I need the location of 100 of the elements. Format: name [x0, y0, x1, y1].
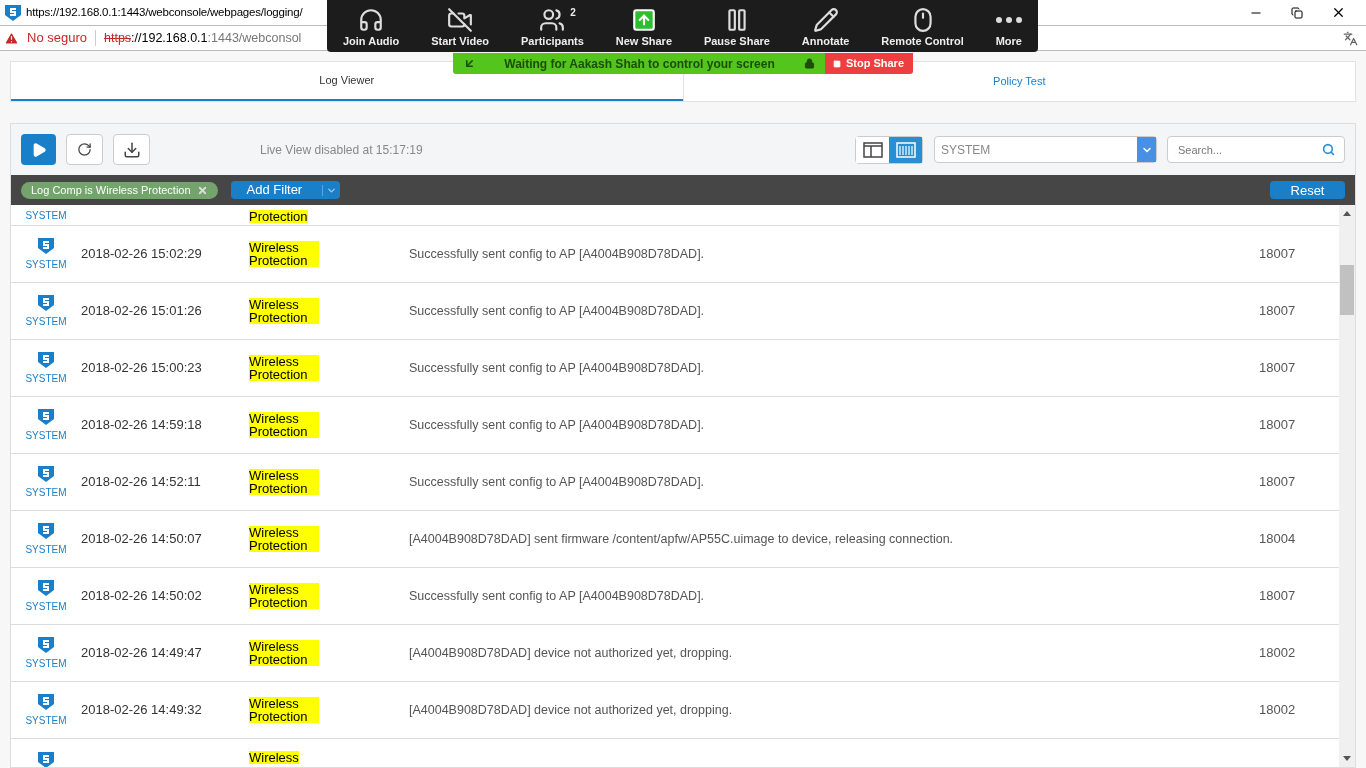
scrollbar[interactable]: [1339, 205, 1355, 767]
stop-icon: [832, 59, 841, 68]
log-row[interactable]: SYSTEM 2018-02-26 14:59:18 Wireless Protection Successfully sent config to AP [A4004B908D78DAD]. 18007: [11, 397, 1339, 454]
translate-icon[interactable]: [1343, 30, 1358, 46]
columns-icon: [895, 141, 916, 158]
log-message: [A4004B908D78DAD] device not authorized yet, dropping.: [409, 644, 734, 662]
share-icon: [630, 6, 657, 33]
shield-icon: [37, 692, 55, 711]
download-button[interactable]: [113, 134, 150, 165]
video-off-icon: [447, 6, 474, 33]
meeting-button[interactable]: Join Audio: [342, 6, 400, 49]
scroll-thumb[interactable]: [1340, 265, 1354, 315]
log-row[interactable]: SYSTEM 2018-02-26 14:49:47 Wireless Protection [A4004B908D78DAD] device not authorized yet, dropping. 18002: [11, 625, 1339, 682]
more-icon: [995, 16, 1022, 23]
timestamp: 2018-02-26 14:49:47: [81, 644, 203, 663]
component-label: Protection: [249, 210, 308, 223]
component-label: Wireless Protection: [249, 640, 319, 666]
log-message: Successfully sent config to AP [A4004B908D78DAD].: [409, 302, 706, 320]
shield-icon: [37, 350, 55, 369]
reset-button[interactable]: Reset: [1270, 181, 1345, 199]
security-status[interactable]: No seguro: [27, 28, 87, 48]
stop-share-button[interactable]: Stop Share: [824, 53, 913, 74]
refresh-button[interactable]: [66, 134, 103, 165]
shield-icon: [37, 578, 55, 597]
meeting-button[interactable]: 2 Participants: [520, 6, 584, 49]
timestamp: 2018-02-26 14:50:07: [81, 530, 203, 549]
source-label: SYSTEM: [25, 371, 67, 386]
event-id: 18007: [1259, 416, 1297, 435]
shield-icon: [37, 407, 55, 426]
search-field[interactable]: Search...: [1167, 136, 1345, 163]
shield-icon: [37, 293, 55, 312]
event-id: 18002: [1259, 644, 1297, 663]
source-label: SYSTEM: [25, 314, 67, 329]
shield-icon: [37, 236, 55, 255]
control-request-banner: Waiting for Aakash Shah to control your screen: [452, 53, 825, 74]
event-id: 18002: [1259, 701, 1297, 720]
component-label: Wireless Protection: [249, 526, 319, 552]
play-button[interactable]: [21, 134, 56, 165]
meeting-button[interactable]: New Share: [615, 6, 672, 49]
log-row[interactable]: SYSTEM 2018-02-26 14:50:07 Wireless Protection [A4004B908D78DAD] sent firmware /content/apfw/AP55C.uimage to device, releasing connection. 18004: [11, 511, 1339, 568]
timestamp: 2018-02-26 14:59:18: [81, 416, 203, 435]
log-row[interactable]: SYSTEM 2018-02-26 14:49:32 Wireless Protection [A4004B908D78DAD] device not authorized yet, dropping. 18002: [11, 682, 1339, 739]
component-label: Wireless Protection: [249, 583, 319, 609]
site-logo-icon: [4, 3, 22, 22]
event-id: 18004: [1259, 530, 1297, 549]
source-label: SYSTEM: [25, 209, 67, 223]
restore-icon[interactable]: [1291, 6, 1303, 19]
timestamp: 2018-02-26 14:49:32: [81, 701, 203, 720]
meeting-button[interactable]: Annotate: [801, 6, 850, 49]
meeting-button[interactable]: Remote Control: [881, 6, 964, 49]
log-row[interactable]: SYSTEM 2018-02-26 14:50:02 Wireless Protection Successfully sent config to AP [A4004B908D78DAD]. 18007: [11, 568, 1339, 625]
component-label: Wireless Protection: [249, 697, 319, 723]
scroll-down-icon[interactable]: [1343, 756, 1351, 761]
address-field[interactable]: https://192.168.0.1:1443/webconsol: [104, 28, 302, 48]
timestamp: 2018-02-26 15:01:26: [81, 302, 203, 321]
component-label: Wireless Protection: [249, 241, 319, 267]
log-row[interactable]: SYSTEM 2018-02-26 15:02:29 Wireless Protection Successfully sent config to AP [A4004B908D78DAD]. 18007: [11, 226, 1339, 283]
log-message: Successfully sent config to AP [A4004B908D78DAD].: [409, 359, 706, 377]
source-label: SYSTEM: [25, 428, 67, 443]
event-id: 18007: [1259, 245, 1297, 264]
lock-icon: [803, 58, 815, 69]
event-id: 18007: [1259, 473, 1297, 492]
shield-icon: [37, 464, 55, 483]
download-icon: [122, 140, 141, 159]
log-message: [A4004B908D78DAD] sent firmware /content/apfw/AP55C.uimage to device, releasing connection.: [409, 530, 955, 548]
view-mode-button[interactable]: [856, 136, 889, 163]
close-icon[interactable]: [1331, 5, 1346, 20]
log-type-dropdown[interactable]: SYSTEM: [934, 136, 1157, 163]
source-label: SYSTEM: [25, 713, 67, 728]
source-label: SYSTEM: [25, 599, 67, 614]
people-icon: [539, 6, 566, 33]
log-message: Successfully sent config to AP [A4004B908D78DAD].: [409, 416, 706, 434]
live-view-status: Live View disabled at 15:17:19: [260, 141, 423, 159]
source-label: SYSTEM: [25, 542, 67, 557]
component-label: Wireless Protection: [249, 469, 319, 495]
panes-icon: [862, 141, 883, 158]
meeting-button[interactable]: Pause Share: [703, 6, 770, 49]
log-message: Successfully sent config to AP [A4004B908D78DAD].: [409, 245, 706, 263]
scroll-up-icon[interactable]: [1343, 211, 1351, 216]
source-label: SYSTEM: [25, 656, 67, 671]
meeting-button[interactable]: Start Video: [431, 6, 490, 49]
component-label: Wireless Protection: [249, 412, 319, 438]
pencil-icon: [812, 6, 839, 33]
event-id: 18007: [1259, 359, 1297, 378]
search-icon[interactable]: [1322, 143, 1335, 156]
meeting-button[interactable]: More: [995, 6, 1022, 49]
add-filter-button[interactable]: Add Filter: [230, 181, 340, 199]
view-mode-button[interactable]: [889, 136, 922, 163]
timestamp: 2018-02-26 15:02:29: [81, 245, 203, 264]
warning-icon: [4, 30, 19, 46]
event-id: 18007: [1259, 587, 1297, 606]
refresh-icon: [77, 142, 92, 157]
timestamp: 2018-02-26 14:52:11: [81, 473, 202, 492]
log-row[interactable]: SYSTEM 2018-02-26 14:52:11 Wireless Protection Successfully sent config to AP [A4004B908D78DAD]. 18007: [11, 454, 1339, 511]
log-row[interactable]: SYSTEM 2018-02-26 15:01:26 Wireless Protection Successfully sent config to AP [A4004B908D78DAD]. 18007: [11, 283, 1339, 340]
timestamp: 2018-02-26 14:50:02: [81, 587, 203, 606]
shield-icon: [37, 521, 55, 540]
shield-icon: [37, 635, 55, 654]
component-label: Wireless Protection: [249, 355, 319, 381]
log-row[interactable]: SYSTEM 2018-02-26 15:00:23 Wireless Protection Successfully sent config to AP [A4004B908D78DAD]. 18007: [11, 340, 1339, 397]
